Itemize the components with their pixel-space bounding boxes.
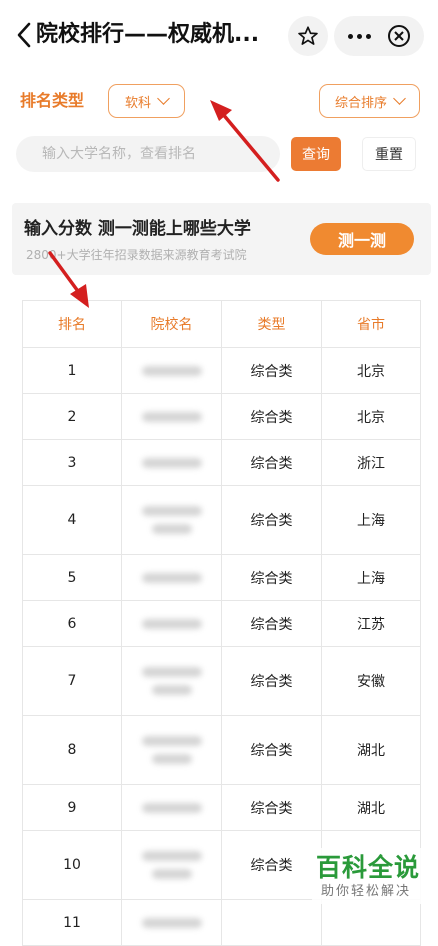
close-circle-icon[interactable] <box>384 21 414 51</box>
city-cell: 上海 <box>322 555 421 600</box>
school-name-cell <box>122 785 222 830</box>
rank-cell: 1 <box>23 348 122 393</box>
watermark-logo: 百科全说 <box>316 853 421 882</box>
rank-cell: 6 <box>23 601 122 646</box>
header-type[interactable]: 类型 <box>222 301 322 347</box>
type-cell: 综合类 <box>222 555 322 600</box>
table-row[interactable]: 11 <box>23 900 421 946</box>
city-cell: 北京 <box>322 348 421 393</box>
capsule-menu <box>334 16 424 56</box>
more-dots-icon[interactable] <box>340 16 378 56</box>
rank-cell: 9 <box>23 785 122 830</box>
star-icon <box>298 26 318 45</box>
page-title: 院校排行——权威机... <box>36 22 260 47</box>
rank-cell: 11 <box>23 900 122 945</box>
school-name-cell <box>122 716 222 784</box>
reset-button[interactable]: 重置 <box>362 137 416 171</box>
rank-cell: 3 <box>23 440 122 485</box>
watermark-slogan: 助你轻松解决 <box>321 884 412 899</box>
type-cell <box>222 900 322 945</box>
test-button[interactable]: 测一测 <box>310 223 414 255</box>
school-name-cell <box>122 394 222 439</box>
school-name-cell <box>122 348 222 393</box>
city-cell <box>322 900 421 945</box>
header-city[interactable]: 省市 <box>322 301 421 347</box>
sort-dropdown[interactable]: 综合排序 <box>319 84 420 118</box>
banner-title: 输入分数 测一测能上哪些大学 <box>24 219 251 239</box>
table-row[interactable]: 1 综合类 北京 <box>23 348 421 394</box>
city-cell: 北京 <box>322 394 421 439</box>
school-name-cell <box>122 831 222 899</box>
table-row[interactable]: 9 综合类 湖北 <box>23 785 421 831</box>
type-cell: 综合类 <box>222 831 322 899</box>
table-row[interactable]: 4 综合类 上海 <box>23 486 421 555</box>
sort-value: 综合排序 <box>334 95 387 111</box>
city-cell: 湖北 <box>322 785 421 830</box>
rank-type-label: 排名类型 <box>20 91 85 110</box>
table-row[interactable]: 8 综合类 湖北 <box>23 716 421 785</box>
favorite-button[interactable] <box>288 16 328 56</box>
rank-cell: 8 <box>23 716 122 784</box>
table-row[interactable]: 2 综合类 北京 <box>23 394 421 440</box>
city-cell: 湖北 <box>322 716 421 784</box>
school-name-cell <box>122 486 222 554</box>
type-cell: 综合类 <box>222 440 322 485</box>
type-cell: 综合类 <box>222 647 322 715</box>
table-row[interactable]: 5 综合类 上海 <box>23 555 421 601</box>
chevron-down-icon <box>157 92 170 105</box>
rank-cell: 2 <box>23 394 122 439</box>
rank-cell: 7 <box>23 647 122 715</box>
chevron-down-icon <box>393 92 406 105</box>
rank-type-value: 软科 <box>124 95 151 111</box>
rank-cell: 4 <box>23 486 122 554</box>
city-cell: 安徽 <box>322 647 421 715</box>
school-name-cell <box>122 440 222 485</box>
banner-subtitle: 2800+大学往年招录数据来源教育考试院 <box>26 248 247 262</box>
nav-bar: 院校排行——权威机... <box>0 0 438 70</box>
rank-cell: 10 <box>23 831 122 899</box>
type-cell: 综合类 <box>222 486 322 554</box>
city-cell: 浙江 <box>322 440 421 485</box>
query-button[interactable]: 查询 <box>291 137 341 171</box>
type-cell: 综合类 <box>222 394 322 439</box>
header-school[interactable]: 院校名 <box>122 301 222 347</box>
school-name-cell <box>122 647 222 715</box>
school-name-cell <box>122 555 222 600</box>
header-rank[interactable]: 排名 <box>23 301 122 347</box>
school-name-cell <box>122 900 222 945</box>
rank-type-dropdown[interactable]: 软科 <box>108 84 185 118</box>
table-header: 排名 院校名 类型 省市 <box>23 301 421 348</box>
table-row[interactable]: 6 综合类 江苏 <box>23 601 421 647</box>
table-row[interactable]: 7 综合类 安徽 <box>23 647 421 716</box>
search-input[interactable] <box>16 136 280 172</box>
table-row[interactable]: 3 综合类 浙江 <box>23 440 421 486</box>
type-cell: 综合类 <box>222 348 322 393</box>
school-name-cell <box>122 601 222 646</box>
city-cell: 上海 <box>322 486 421 554</box>
type-cell: 综合类 <box>222 601 322 646</box>
rank-cell: 5 <box>23 555 122 600</box>
type-cell: 综合类 <box>222 785 322 830</box>
type-cell: 综合类 <box>222 716 322 784</box>
city-cell: 江苏 <box>322 601 421 646</box>
